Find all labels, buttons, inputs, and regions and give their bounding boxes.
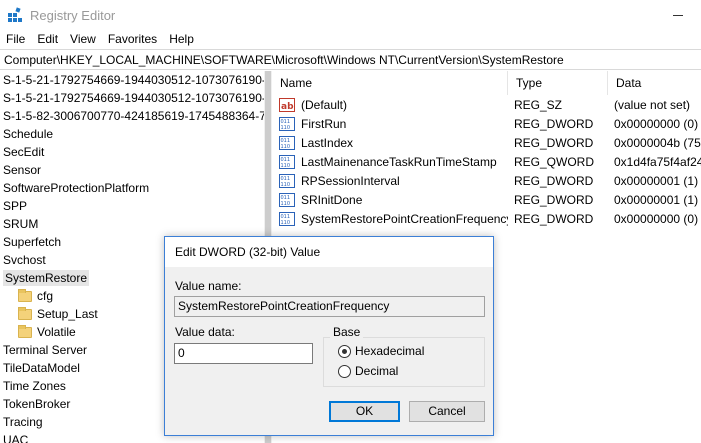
list-item[interactable]: 011 110 LastIndex REG_DWORD 0x0000004b (75… xyxy=(272,133,701,152)
edit-dword-dialog: Edit DWORD (32-bit) Value Value name: Sy… xyxy=(164,236,494,436)
list-item[interactable]: 011 110 SRInitDone REG_DWORD 0x00000001 (1… xyxy=(272,190,701,209)
address-bar[interactable]: Computer\HKEY_LOCAL_MACHINE\SOFTWARE\Mic… xyxy=(0,49,701,70)
hexadecimal-radio[interactable]: Hexadecimal xyxy=(338,344,424,358)
string-value-icon: ab xyxy=(279,97,295,112)
tree-item[interactable]: Schedule xyxy=(0,125,264,143)
list-header: Name Type Data xyxy=(272,71,701,95)
radio-unselected-icon xyxy=(338,364,351,378)
column-header-name[interactable]: Name xyxy=(272,71,508,95)
base-label: Base xyxy=(330,325,364,339)
svg-text:110: 110 xyxy=(281,125,291,131)
dialog-title: Edit DWORD (32-bit) Value xyxy=(165,237,493,267)
value-name-field: SystemRestorePointCreationFrequency xyxy=(174,296,485,317)
menu-favorites[interactable]: Favorites xyxy=(102,32,163,46)
menu-view[interactable]: View xyxy=(64,32,102,46)
tree-item[interactable]: SPP xyxy=(0,197,264,215)
menu-help[interactable]: Help xyxy=(163,32,200,46)
list-item[interactable]: 011 110 LastMainenanceTaskRunTimeStamp REG… xyxy=(272,152,701,171)
binary-value-icon: 011110 xyxy=(279,192,295,207)
tree-item[interactable]: SecEdit xyxy=(0,143,264,161)
tree-item[interactable]: S-1-5-21-1792754669-1944030512-107307619… xyxy=(0,89,264,107)
binary-value-icon: 011110 xyxy=(279,173,295,188)
minimize-button[interactable] xyxy=(655,0,701,30)
tree-item[interactable]: S-1-5-82-3006700770-424185619-1745488364… xyxy=(0,107,264,125)
menu-bar: File Edit View Favorites Help xyxy=(0,30,701,48)
folder-icon xyxy=(18,324,32,338)
folder-icon xyxy=(18,306,32,320)
tree-item[interactable]: SRUM xyxy=(0,215,264,233)
decimal-radio[interactable]: Decimal xyxy=(338,364,398,378)
binary-value-icon: 011110 xyxy=(279,211,295,226)
cancel-button[interactable]: Cancel xyxy=(409,401,485,422)
binary-value-icon: 011110 xyxy=(279,116,295,131)
value-data-label: Value data: xyxy=(175,325,235,339)
svg-text:110: 110 xyxy=(281,144,291,150)
svg-text:110: 110 xyxy=(281,182,291,188)
window-title: Registry Editor xyxy=(30,7,116,23)
menu-edit[interactable]: Edit xyxy=(31,32,64,46)
svg-text:110: 110 xyxy=(281,220,291,226)
radio-selected-icon xyxy=(338,344,351,358)
folder-icon xyxy=(18,288,32,302)
svg-text:ab: ab xyxy=(281,102,294,112)
list-item[interactable]: ab (Default) REG_SZ (value not set) xyxy=(272,95,701,114)
tree-item[interactable]: Sensor xyxy=(0,161,264,179)
column-header-data[interactable]: Data xyxy=(608,71,701,95)
binary-value-icon: 011110 xyxy=(279,154,295,169)
menu-file[interactable]: File xyxy=(0,32,31,46)
tree-item[interactable]: SoftwareProtectionPlatform xyxy=(0,179,264,197)
list-item[interactable]: 011 110 RPSessionInterval REG_DWORD 0x0000… xyxy=(272,171,701,190)
svg-text:110: 110 xyxy=(281,163,291,169)
title-bar: Registry Editor xyxy=(0,0,701,30)
list-item[interactable]: 011 110 FirstRun REG_DWORD 0x00000000 (0) xyxy=(272,114,701,133)
registry-editor-icon xyxy=(7,7,23,23)
tree-item[interactable]: S-1-5-21-1792754669-1944030512-107307619… xyxy=(0,71,264,89)
ok-button[interactable]: OK xyxy=(329,401,400,422)
binary-value-icon: 011110 xyxy=(279,135,295,150)
value-name-label: Value name: xyxy=(175,279,242,293)
column-header-type[interactable]: Type xyxy=(508,71,608,95)
list-item[interactable]: 011 110 SystemRestorePointCreationFrequenc… xyxy=(272,209,701,228)
svg-text:110: 110 xyxy=(281,201,291,207)
value-data-input[interactable]: 0 xyxy=(174,343,313,364)
